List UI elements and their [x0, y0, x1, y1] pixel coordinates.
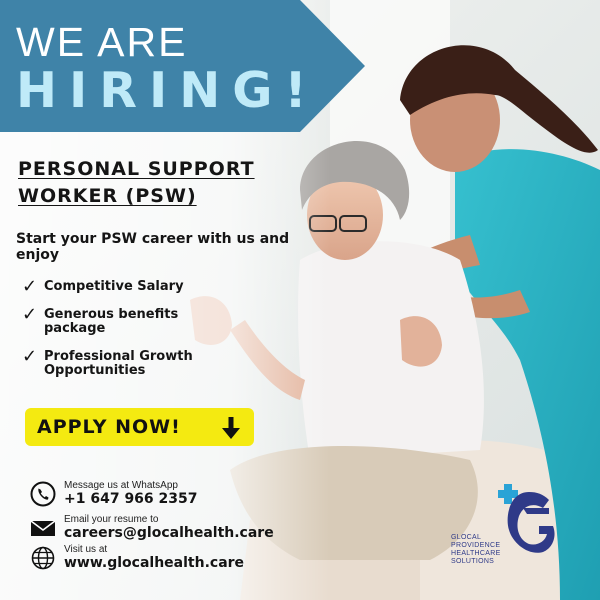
contact-website[interactable]: Visit us at www.glocalhealth.care [30, 544, 244, 571]
checkmark-icon: ✓ [22, 276, 38, 297]
logo-line: GLOCAL [451, 534, 482, 541]
contact-caption: Message us at WhatsApp [64, 480, 178, 491]
apply-now-button[interactable]: APPLY NOW! [25, 408, 254, 446]
banner-line-we-are: WE ARE [16, 19, 188, 65]
benefit-item: ✓ Competitive Salary [22, 276, 219, 297]
arrow-down-icon [222, 417, 240, 439]
apply-now-label: APPLY NOW! [37, 416, 181, 438]
benefit-item: ✓ Professional Growth Opportunities [22, 346, 219, 378]
logo-line: HEALTHCARE [451, 550, 501, 557]
contact-caption: Visit us at [64, 544, 108, 555]
phone-icon [30, 481, 56, 506]
email-address[interactable]: careers@glocalhealth.care [64, 525, 274, 541]
benefit-label: Professional Growth Opportunities [44, 349, 193, 378]
checkmark-icon: ✓ [22, 304, 38, 325]
banner-line-hiring: HIRING! [16, 62, 319, 119]
logo-line: PROVIDENCE [451, 542, 501, 549]
hiring-poster: WE ARE HIRING! PERSONAL SUPPORT WORKER (… [0, 0, 600, 600]
globe-icon [31, 546, 55, 569]
logo-line: SOLUTIONS [451, 558, 495, 565]
contact-whatsapp[interactable]: Message us at WhatsApp +1 647 966 2357 [30, 480, 198, 507]
job-title: PERSONAL SUPPORT WORKER (PSW) [18, 158, 255, 207]
phone-number[interactable]: +1 647 966 2357 [64, 491, 198, 507]
benefit-label: Competitive Salary [44, 279, 184, 294]
benefit-item: ✓ Generous benefits package [22, 304, 219, 336]
benefit-label: Generous benefits package [44, 307, 179, 336]
contact-caption: Email your resume to [64, 514, 159, 525]
website-url[interactable]: www.glocalhealth.care [64, 555, 244, 571]
logo-wordmark: GLOCAL PROVIDENCE HEALTHCARE SOLUTIONS [451, 534, 531, 566]
contact-email[interactable]: Email your resume to careers@glocalhealt… [30, 514, 274, 541]
envelope-icon [30, 519, 56, 536]
checkmark-icon: ✓ [22, 346, 38, 367]
intro-text: Start your PSW career with us and enjoy [16, 231, 290, 263]
